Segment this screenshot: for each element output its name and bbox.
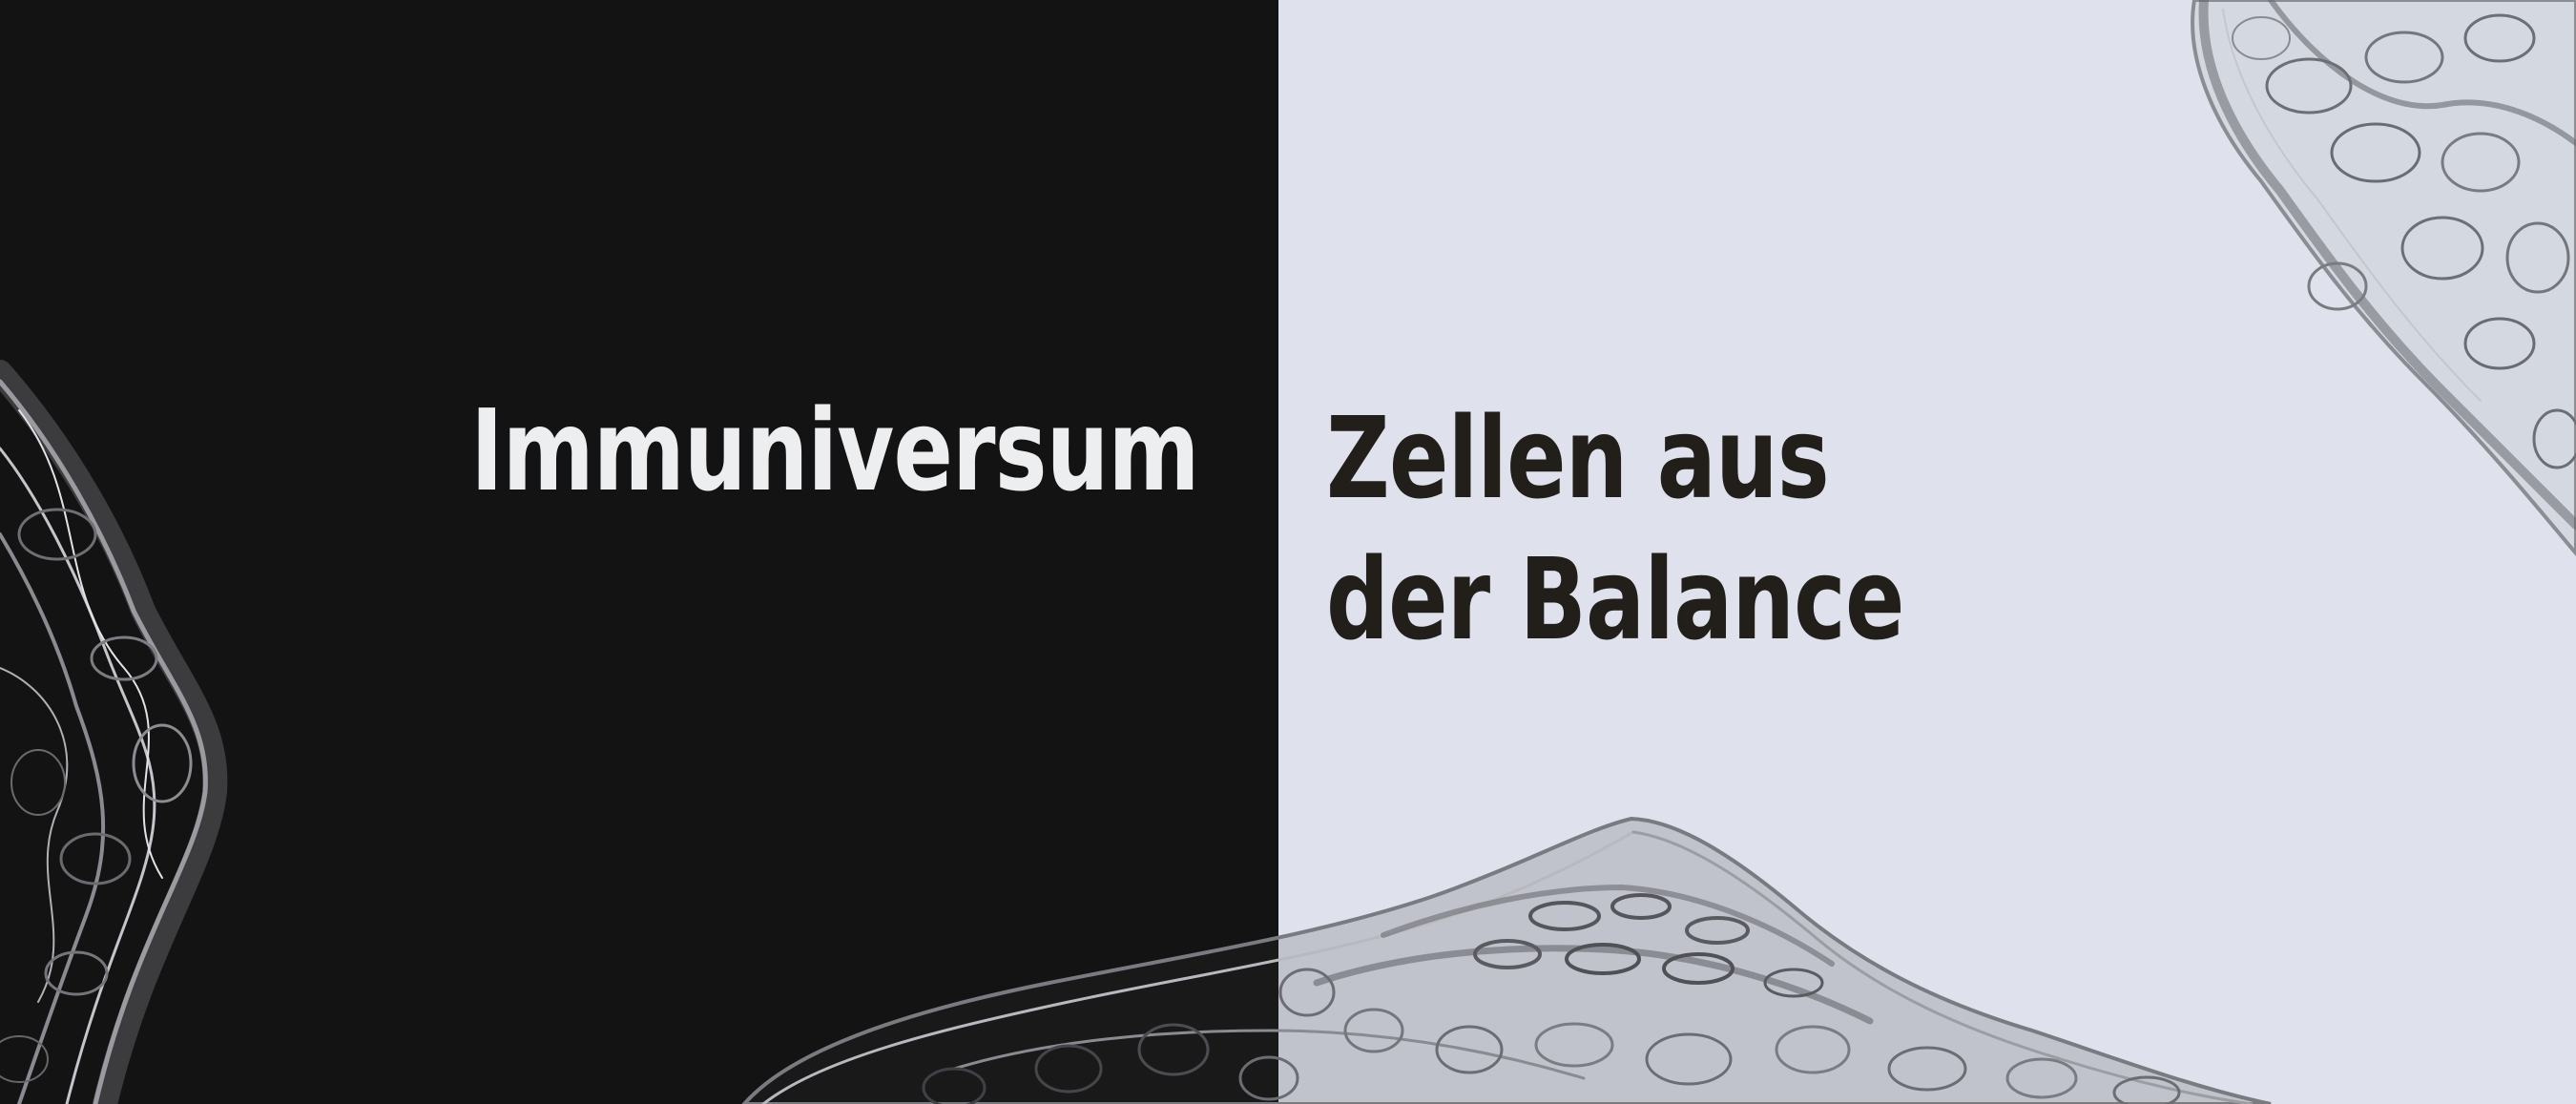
left-sculpture xyxy=(0,360,228,1104)
subtitle: Zellen aus der Balance xyxy=(1326,387,1904,670)
subtitle-line-2: der Balance xyxy=(1326,533,1904,665)
title-immuniversum: Immuniversum xyxy=(470,385,1200,516)
top-right-sculpture xyxy=(2191,0,2576,557)
bottom-sculpture xyxy=(741,816,2272,1104)
subtitle-line-1: Zellen aus xyxy=(1326,392,1830,524)
hero-banner: Immuniversum Zellen aus der Balance xyxy=(0,0,2576,1104)
wireframe-sculptures xyxy=(0,0,2576,1104)
